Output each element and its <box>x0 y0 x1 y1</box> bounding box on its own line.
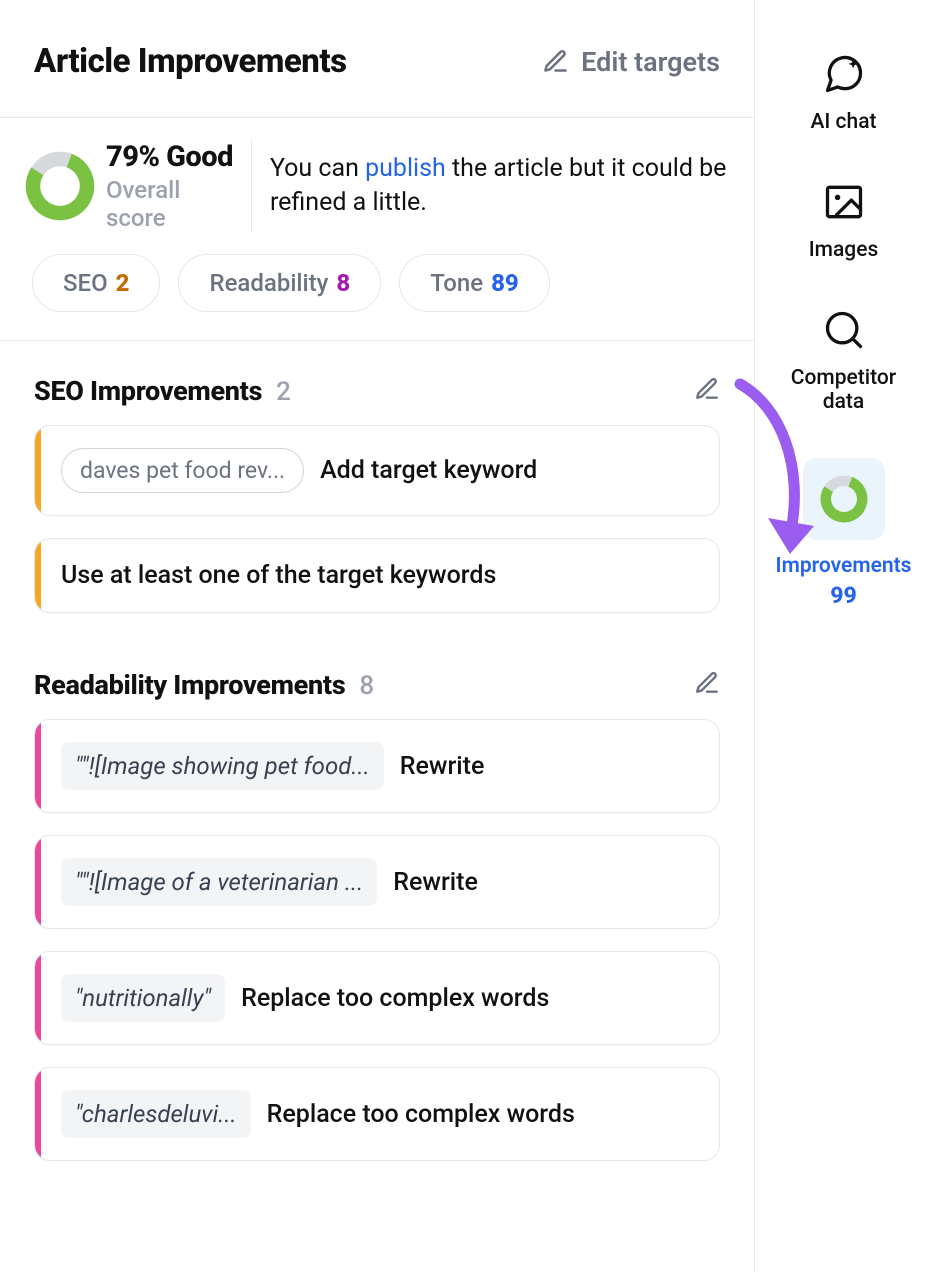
sidebar-label: Improvements <box>776 552 912 580</box>
readability-card-3[interactable]: "nutritionally" Replace too complex word… <box>34 951 720 1045</box>
seo-card-2-text: Use at least one of the target keywords <box>61 561 496 590</box>
keyword-pill: daves pet food rev... <box>61 448 304 493</box>
seo-card-1-text: Add target keyword <box>320 456 537 485</box>
seo-section-count: 2 <box>276 377 291 407</box>
chip-readability-label: Readability <box>209 269 328 297</box>
sidebar-label: Competitor data <box>791 366 896 414</box>
readability-section: Readability Improvements 8 ""![Image sho… <box>0 635 754 1161</box>
quote-text: "charlesdeluvi... <box>61 1090 251 1138</box>
score-ring-icon <box>24 150 96 222</box>
sidebar-label: Images <box>809 238 879 262</box>
improvements-count: 99 <box>776 580 912 611</box>
readability-card-1[interactable]: ""![Image showing pet food... Rewrite <box>34 719 720 813</box>
score-subtitle: Overall score <box>106 176 233 232</box>
seo-section-title: SEO Improvements <box>34 375 262 407</box>
readability-card-4-action: Replace too complex words <box>267 1100 575 1129</box>
improvements-ring-icon <box>818 473 870 525</box>
edit-targets-label: Edit targets <box>581 46 720 78</box>
sidebar-item-ai-chat[interactable]: AI chat <box>755 50 932 134</box>
score-section: 79% Good Overall score You can publish t… <box>0 117 754 340</box>
score-value: 79% Good <box>106 140 233 174</box>
score-chips: SEO 2 Readability 8 Tone 89 <box>0 232 754 340</box>
seo-card-2[interactable]: Use at least one of the target keywords <box>34 538 720 613</box>
readability-section-title: Readability Improvements <box>34 669 345 701</box>
publish-link[interactable]: publish <box>365 154 446 183</box>
ai-chat-icon <box>820 50 868 98</box>
chip-seo[interactable]: SEO 2 <box>32 254 160 312</box>
seo-edit-button[interactable] <box>694 376 720 406</box>
seo-card-1[interactable]: daves pet food rev... Add target keyword <box>34 425 720 516</box>
quote-text: ""![Image of a veterinarian ... <box>61 858 377 906</box>
seo-section: SEO Improvements 2 daves pet food rev...… <box>0 341 754 613</box>
sidebar: AI chat Images Competitor data <box>755 0 932 1272</box>
readability-card-2-action: Rewrite <box>393 868 478 897</box>
readability-card-1-action: Rewrite <box>400 752 485 781</box>
score-blurb: You can publish the article but it could… <box>252 152 730 220</box>
quote-text: "nutritionally" <box>61 974 225 1022</box>
search-icon <box>820 306 868 354</box>
chip-tone[interactable]: Tone 89 <box>399 254 550 312</box>
improvements-ring-wrap <box>803 458 885 540</box>
readability-card-4[interactable]: "charlesdeluvi... Replace too complex wo… <box>34 1067 720 1161</box>
score-blurb-pre: You can <box>270 154 365 183</box>
sidebar-item-images[interactable]: Images <box>755 178 932 262</box>
edit-targets-button[interactable]: Edit targets <box>542 46 720 78</box>
image-icon <box>820 178 868 226</box>
sidebar-label: AI chat <box>810 110 876 134</box>
main-panel: Article Improvements Edit targets 79% Go… <box>0 0 755 1272</box>
quote-text: ""![Image showing pet food... <box>61 742 384 790</box>
readability-card-3-action: Replace too complex words <box>241 984 549 1013</box>
page-title: Article Improvements <box>34 42 347 81</box>
header: Article Improvements Edit targets <box>0 0 754 117</box>
pencil-icon <box>542 48 569 75</box>
chip-seo-label: SEO <box>63 269 108 297</box>
chip-readability-value: 8 <box>336 269 350 297</box>
chip-tone-value: 89 <box>491 269 519 297</box>
readability-edit-button[interactable] <box>694 670 720 700</box>
sidebar-item-competitor-data[interactable]: Competitor data <box>755 306 932 414</box>
sidebar-item-improvements[interactable]: Improvements 99 <box>755 458 932 611</box>
chip-readability[interactable]: Readability 8 <box>178 254 381 312</box>
readability-card-2[interactable]: ""![Image of a veterinarian ... Rewrite <box>34 835 720 929</box>
chip-tone-label: Tone <box>430 269 483 297</box>
chip-seo-value: 2 <box>116 269 130 297</box>
readability-section-count: 8 <box>359 671 374 701</box>
